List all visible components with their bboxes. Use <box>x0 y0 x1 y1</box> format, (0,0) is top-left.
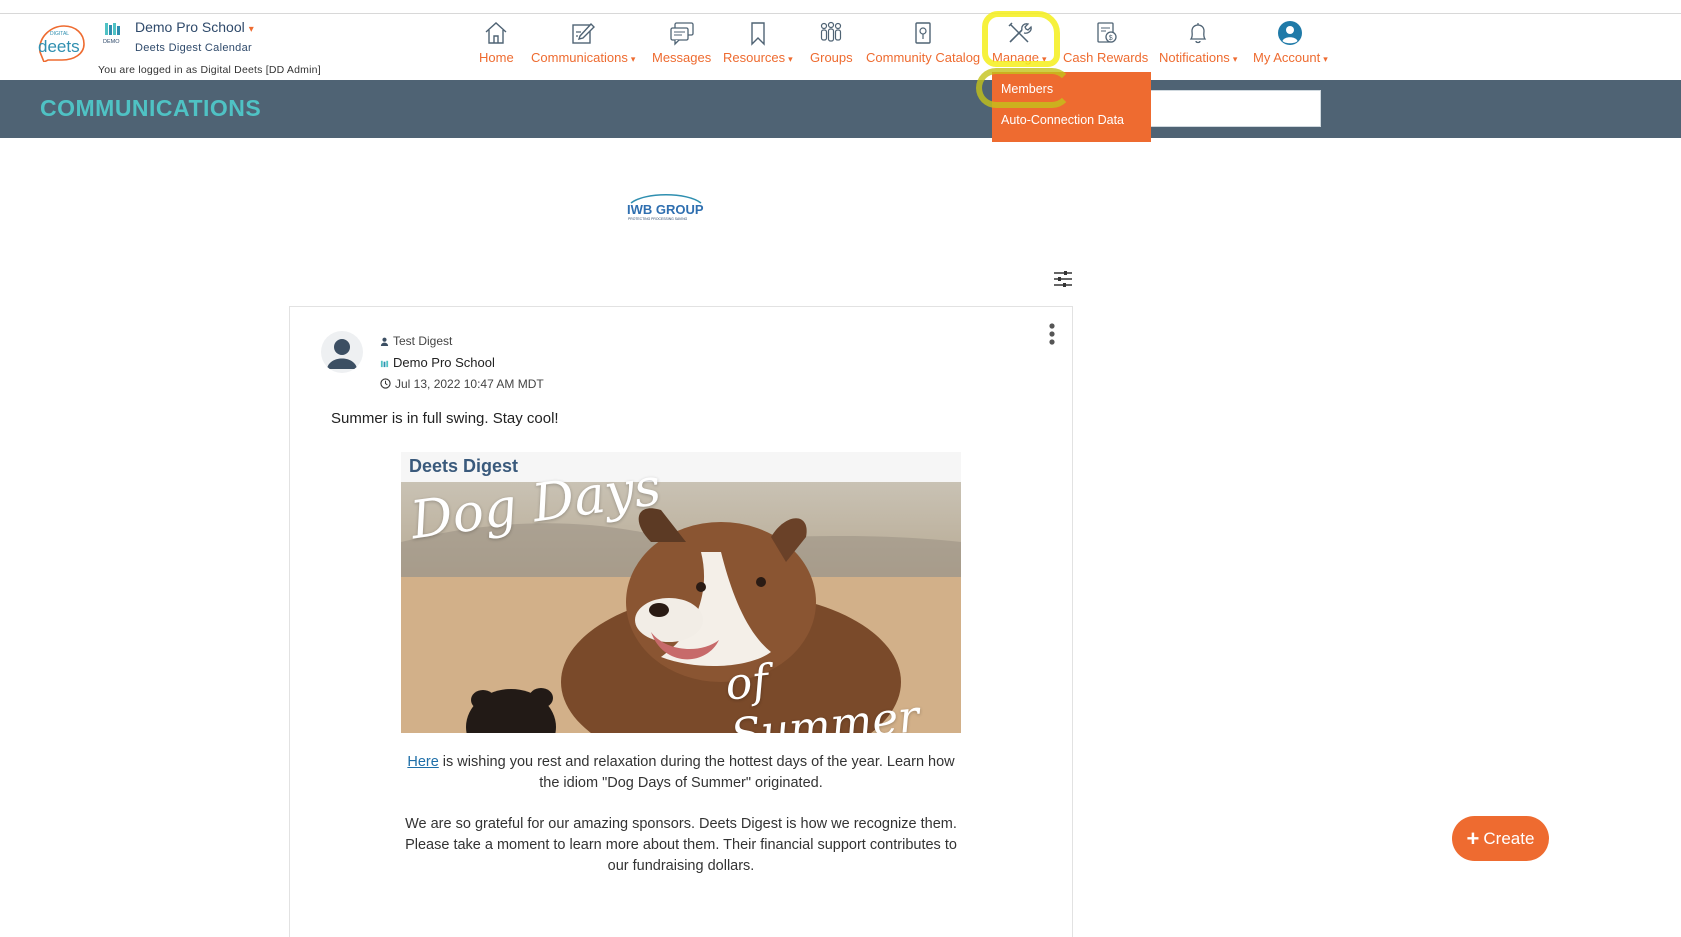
messages-icon <box>669 22 694 46</box>
nav-groups[interactable]: Groups <box>810 20 853 65</box>
post-author: Test Digest <box>380 334 452 348</box>
search-input[interactable] <box>1148 90 1321 127</box>
post-timestamp: Jul 13, 2022 10:47 AM MDT <box>380 377 544 391</box>
post-image[interactable]: Deets Digest Dog Days of Summer <box>401 452 961 733</box>
nav-notifications-label: Notifications <box>1159 50 1230 65</box>
nav-messages-label: Messages <box>652 50 712 65</box>
post-school-name: Demo Pro School <box>393 355 495 370</box>
school-icon <box>380 360 389 368</box>
nav-cash-rewards-label: Cash Rewards <box>1063 50 1149 65</box>
svg-text:deets: deets <box>38 37 80 56</box>
post-options-icon[interactable] <box>1046 322 1058 346</box>
bookmark-icon <box>751 22 765 46</box>
plus-icon: + <box>1466 825 1480 851</box>
home-icon <box>485 22 507 44</box>
nav-community-catalog-label: Community Catalog <box>866 50 981 65</box>
post-author-name: Test Digest <box>393 334 453 348</box>
clock-icon <box>380 378 391 389</box>
post-timestamp-text: Jul 13, 2022 10:47 AM MDT <box>395 377 544 391</box>
avatar <box>321 331 363 373</box>
digest-brand: Deets Digest <box>409 456 519 476</box>
svg-text:IWB GROUP: IWB GROUP <box>627 202 704 217</box>
school-logo: DEMO <box>103 21 125 47</box>
svg-text:DEMO: DEMO <box>103 39 120 45</box>
chevron-down-icon: ▾ <box>248 24 254 35</box>
nav-my-account-label: My Account <box>1253 50 1321 65</box>
bell-icon <box>1189 23 1207 44</box>
logged-in-status: You are logged in as Digital Deets [DD A… <box>98 64 321 76</box>
chevron-down-icon: ▾ <box>1232 54 1238 64</box>
post-paragraph-1: Here is wishing you rest and relaxation … <box>401 752 961 794</box>
post-body-text: Summer is in full swing. Stay cool! <box>331 410 559 427</box>
nav-cash-rewards[interactable]: $ Cash Rewards <box>1063 20 1148 65</box>
nav-home-label: Home <box>479 50 514 65</box>
chevron-down-icon: ▾ <box>630 54 636 64</box>
cash-rewards-icon: $ <box>1096 22 1117 43</box>
create-button-label: Create <box>1483 828 1535 848</box>
catalog-icon <box>915 22 931 44</box>
school-switcher[interactable]: Demo Pro School ▾ <box>135 19 254 35</box>
groups-icon <box>821 21 842 42</box>
sponsor-logo[interactable]: IWB GROUP PROTECTING PROCESSING SAVING <box>625 192 709 224</box>
top-divider <box>0 13 1681 14</box>
page-title: COMMUNICATIONS <box>40 95 262 121</box>
chevron-down-icon: ▾ <box>1323 54 1328 64</box>
filter-sliders-icon[interactable] <box>1052 270 1074 288</box>
nav-communications-label: Communications <box>531 50 628 65</box>
deets-logo[interactable]: DIGITAL deets <box>34 22 88 64</box>
create-button[interactable]: + Create <box>1452 816 1549 861</box>
nav-home[interactable]: Home <box>479 20 514 65</box>
highlight-annotation-secondary <box>976 68 1072 108</box>
post-paragraph-2: We are so grateful for our amazing spons… <box>405 816 957 874</box>
edit-icon <box>572 22 596 44</box>
svg-text:$: $ <box>1108 35 1112 42</box>
nav-communications[interactable]: Communications ▾ <box>531 20 635 65</box>
highlight-annotation <box>982 11 1060 67</box>
nav-community-catalog[interactable]: Community Catalog <box>866 20 980 65</box>
post-school: Demo Pro School <box>380 355 495 370</box>
nav-resources-label: Resources <box>723 50 786 65</box>
svg-text:PROTECTING PROCESSING SAVING: PROTECTING PROCESSING SAVING <box>628 217 688 221</box>
menu-item-auto-connection-data[interactable]: Auto-Connection Data <box>1001 113 1124 127</box>
nav-notifications[interactable]: Notifications ▾ <box>1159 20 1237 65</box>
digest-banner: Deets Digest <box>401 452 961 482</box>
nav-messages[interactable]: Messages <box>652 20 711 65</box>
post-paragraph-1-text: is wishing you rest and relaxation durin… <box>438 754 955 791</box>
account-icon <box>1278 21 1303 45</box>
nav-resources[interactable]: Resources ▾ <box>723 20 793 65</box>
school-name: Demo Pro School <box>135 19 245 35</box>
user-icon <box>380 337 389 346</box>
chevron-down-icon: ▾ <box>788 54 793 64</box>
nav-groups-label: Groups <box>810 50 853 65</box>
here-link[interactable]: Here <box>407 754 438 770</box>
nav-my-account[interactable]: My Account ▾ <box>1253 20 1328 65</box>
school-subtitle: Deets Digest Calendar <box>135 42 252 54</box>
